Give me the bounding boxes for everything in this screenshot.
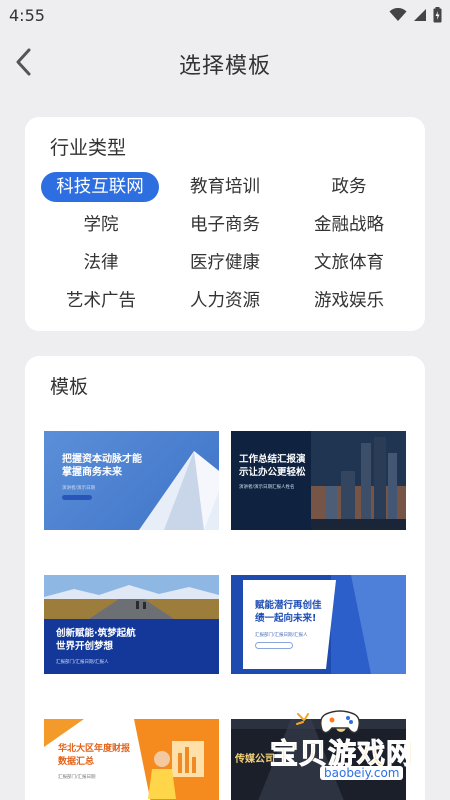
watermark-logo: 宝贝游戏网 baobeiy.com xyxy=(268,702,428,784)
template-caption: 汇报部门/汇报日期 xyxy=(58,775,96,780)
template-caption: 演讲者/演示日期 xyxy=(62,486,96,491)
template-card[interactable]: 创新赋能·筑梦起航 世界开创梦想 汇报部门/汇报日期/汇报人 xyxy=(44,575,219,674)
template-headline: 创新赋能·筑梦起航 xyxy=(56,628,136,639)
template-headline: 工作总结汇报演 xyxy=(239,454,306,465)
industry-section-title: 行业类型 xyxy=(50,137,127,159)
watermark-url: baobeiy.com xyxy=(320,766,404,780)
industry-item-government[interactable]: 政务 xyxy=(287,172,411,202)
wifi-icon xyxy=(389,8,407,21)
template-headline: 掌握商务未来 xyxy=(62,467,122,478)
template-headline: 赋能潜行再创佳 xyxy=(255,600,322,611)
battery-icon xyxy=(433,7,442,23)
industry-item-games-entertainment[interactable]: 游戏娱乐 xyxy=(287,286,411,316)
industry-item-education[interactable]: 教育培训 xyxy=(163,172,287,202)
templates-section-title: 模板 xyxy=(50,376,89,398)
industry-item-tourism-sports[interactable]: 文旅体育 xyxy=(287,248,411,278)
spark-icon xyxy=(296,713,309,725)
status-icons xyxy=(389,7,442,23)
industry-grid: 科技互联网 教育培训 政务 学院 电子商务 金融战略 法律 医疗健康 文旅体育 … xyxy=(39,172,413,316)
template-headline: 华北大区年度财报 xyxy=(58,744,131,754)
industry-item-art-advertising[interactable]: 艺术广告 xyxy=(39,286,163,316)
template-card[interactable]: 把握资本动脉才能 掌握商务未来 演讲者/演示日期 xyxy=(44,431,219,530)
city-skyline-image xyxy=(311,431,406,530)
template-card[interactable]: 华北大区年度财报 数据汇总 汇报部门/汇报日期 xyxy=(44,719,219,800)
industry-item-college[interactable]: 学院 xyxy=(39,210,163,240)
template-headline: 数据汇总 xyxy=(58,757,95,767)
industry-item-finance[interactable]: 金融战略 xyxy=(287,210,411,240)
industry-item-law[interactable]: 法律 xyxy=(39,248,163,278)
template-headline: 示让办公更轻松 xyxy=(239,467,306,478)
template-caption: 汇报部门/汇报日期/汇报人 xyxy=(56,660,109,665)
template-headline: 绩一起向未来! xyxy=(255,613,317,624)
industry-item-ecommerce[interactable]: 电子商务 xyxy=(163,210,287,240)
app-header: 选择模板 xyxy=(0,32,450,92)
building-image xyxy=(139,451,219,530)
industry-item-hr[interactable]: 人力资源 xyxy=(163,286,287,316)
template-pill xyxy=(62,495,92,500)
signal-icon xyxy=(414,9,426,21)
template-caption: 汇报部门/汇报日期/汇报人 xyxy=(255,633,308,638)
status-time: 4:55 xyxy=(9,6,45,25)
status-bar: 4:55 xyxy=(0,0,450,32)
template-caption: 演讲者/演示日期汇报人姓名 xyxy=(239,485,295,490)
template-card[interactable]: 工作总结汇报演 示让办公更轻松 演讲者/演示日期汇报人姓名 xyxy=(231,431,406,530)
page-title: 选择模板 xyxy=(178,54,271,79)
template-headline: 世界开创梦想 xyxy=(56,641,114,652)
industry-card: 行业类型 科技互联网 教育培训 政务 学院 电子商务 金融战略 法律 医疗健康 … xyxy=(25,117,425,331)
template-card[interactable]: 赋能潜行再创佳 绩一起向未来! 汇报部门/汇报日期/汇报人 xyxy=(231,575,406,674)
industry-item-tech-internet[interactable]: 科技互联网 xyxy=(41,172,159,202)
industry-item-healthcare[interactable]: 医疗健康 xyxy=(163,248,287,278)
template-headline: 把握资本动脉才能 xyxy=(62,454,142,465)
template-pill xyxy=(255,642,293,649)
